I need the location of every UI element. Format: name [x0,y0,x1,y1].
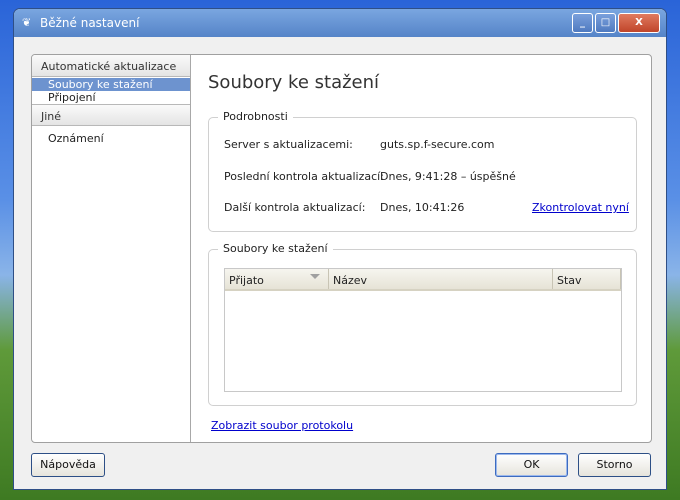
maximize-button[interactable]: □ [595,13,616,33]
close-button[interactable]: X [618,13,660,33]
last-check-label: Poslední kontrola aktualizací: [224,170,384,183]
cancel-button[interactable]: Storno [578,453,651,477]
window-title: Běžné nastavení [40,16,140,30]
help-button[interactable]: Nápověda [31,453,105,477]
sidebar-item-downloads[interactable]: Soubory ke stažení [32,78,190,91]
table-header: Přijato Název Stav [225,269,621,291]
settings-window: ❦ Běžné nastavení _ □ X Automatické aktu… [13,8,667,490]
sidebar-item-notifications[interactable]: Oznámení [32,132,190,145]
last-check-value: Dnes, 9:41:28 – úspěšné [380,170,516,183]
server-label: Server s aktualizacemi: [224,138,353,151]
ok-button[interactable]: OK [495,453,568,477]
details-legend: Podrobnosti [218,110,293,123]
sidebar-group-other[interactable]: Jiné [32,104,190,126]
sidebar-item-connection[interactable]: Připojení [32,91,190,104]
column-label: Přijato [229,274,264,287]
f-secure-icon: ❦ [22,16,32,29]
minimize-button[interactable]: _ [572,13,593,33]
details-group: Podrobnosti Server s aktualizacemi: guts… [208,110,637,232]
downloads-table[interactable]: Přijato Název Stav [224,268,622,392]
content-panel: Automatické aktualizace Soubory ke staže… [31,54,652,443]
check-now-link[interactable]: Zkontrolovat nyní [532,201,629,214]
next-check-value: Dnes, 10:41:26 [380,201,465,214]
page-title: Soubory ke stažení [208,72,380,93]
sidebar: Automatické aktualizace Soubory ke staže… [32,55,191,442]
view-log-link[interactable]: Zobrazit soubor protokolu [211,419,353,432]
downloads-group: Soubory ke stažení Přijato Název Stav [208,242,637,406]
column-header-name[interactable]: Název [329,269,553,289]
next-check-label: Další kontrola aktualizací: [224,201,366,214]
main-pane: Soubory ke stažení Podrobnosti Server s … [192,55,651,442]
title-bar[interactable]: ❦ Běžné nastavení _ □ X [14,9,666,37]
column-header-received[interactable]: Přijato [225,269,329,289]
sidebar-group-automatic-updates[interactable]: Automatické aktualizace [32,55,190,77]
server-value: guts.sp.f-secure.com [380,138,495,151]
downloads-legend: Soubory ke stažení [218,242,333,255]
column-header-status[interactable]: Stav [553,269,621,289]
sort-arrow-icon [310,274,320,279]
